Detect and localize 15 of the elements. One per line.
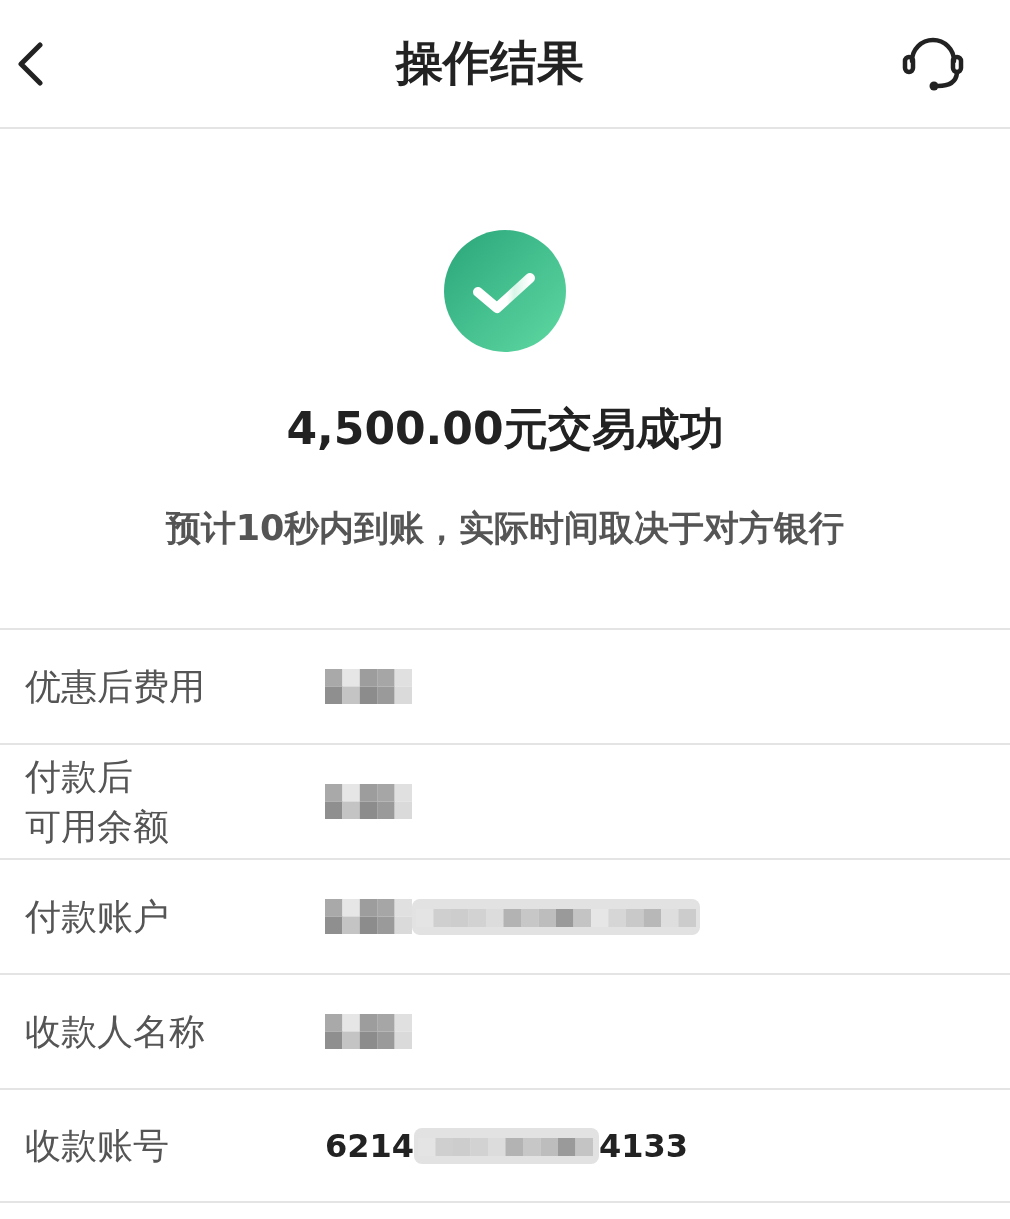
account-number-part: 6214 (325, 1126, 415, 1165)
detail-label: 可用余额 (25, 804, 169, 849)
detail-label: 付款后 (25, 755, 133, 800)
detail-label: 收款账号 (25, 1123, 169, 1168)
back-icon (16, 41, 44, 86)
customer-service-button[interactable] (902, 36, 964, 91)
headset-icon (902, 36, 964, 91)
arrival-notice: 预计10秒内到账，实际时间取决于对方银行 (164, 506, 846, 550)
page-title: 操作结果 (396, 35, 584, 92)
transaction-result-title: 4,500.00元交易成功 (285, 403, 725, 456)
detail-label: 收款人名称 (25, 1009, 205, 1054)
back-button[interactable] (16, 41, 44, 86)
account-number-part: 4133 (599, 1126, 689, 1165)
detail-label: 优惠后费用 (25, 664, 205, 709)
detail-label: 付款账户 (25, 894, 169, 939)
